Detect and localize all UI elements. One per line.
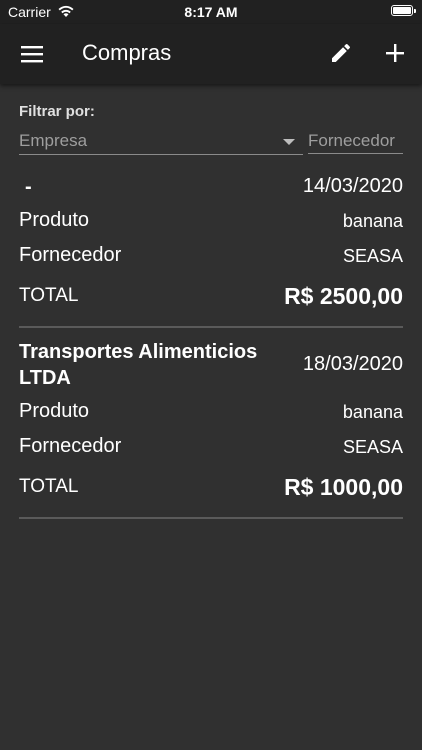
battery-icon bbox=[391, 5, 416, 16]
filter-label: Filtrar por: bbox=[19, 103, 95, 120]
fornecedor-input[interactable] bbox=[308, 128, 403, 154]
empresa-placeholder: Empresa bbox=[19, 131, 88, 150]
product-label: Produto bbox=[19, 209, 90, 231]
purchase-card[interactable]: - 14/03/2020 Produto banana Fornecedor S… bbox=[19, 170, 403, 330]
purchase-date: 18/03/2020 bbox=[302, 353, 403, 375]
dropdown-arrow-icon bbox=[283, 139, 295, 145]
supplier-value: SEASA bbox=[342, 437, 403, 457]
total-value: R$ 2500,00 bbox=[284, 283, 403, 309]
total-label: TOTAL bbox=[19, 285, 79, 306]
supplier-label: Fornecedor bbox=[19, 435, 122, 457]
page-title: Compras bbox=[82, 40, 172, 65]
total-label: TOTAL bbox=[19, 476, 79, 497]
menu-icon[interactable] bbox=[20, 42, 44, 66]
pencil-icon[interactable] bbox=[329, 41, 353, 65]
app-bar: Compras bbox=[0, 24, 422, 84]
product-value: banana bbox=[342, 211, 403, 231]
product-label: Produto bbox=[19, 400, 90, 422]
company-name: - bbox=[25, 176, 32, 198]
total-value: R$ 1000,00 bbox=[284, 474, 403, 500]
purchase-date: 14/03/2020 bbox=[302, 175, 403, 197]
empresa-select[interactable]: Empresa bbox=[19, 128, 303, 155]
supplier-label: Fornecedor bbox=[19, 244, 122, 266]
company-name: Transportes Alimenticios LTDA bbox=[19, 341, 258, 389]
card-divider bbox=[19, 517, 403, 519]
status-bar: Carrier 8:17 AM bbox=[0, 0, 422, 24]
plus-icon[interactable] bbox=[383, 41, 407, 65]
product-value: banana bbox=[342, 402, 403, 422]
status-time: 8:17 AM bbox=[184, 4, 238, 20]
supplier-value: SEASA bbox=[342, 246, 403, 266]
purchase-card[interactable]: Transportes Alimenticios LTDA 18/03/2020… bbox=[19, 336, 403, 526]
card-divider bbox=[19, 326, 403, 328]
